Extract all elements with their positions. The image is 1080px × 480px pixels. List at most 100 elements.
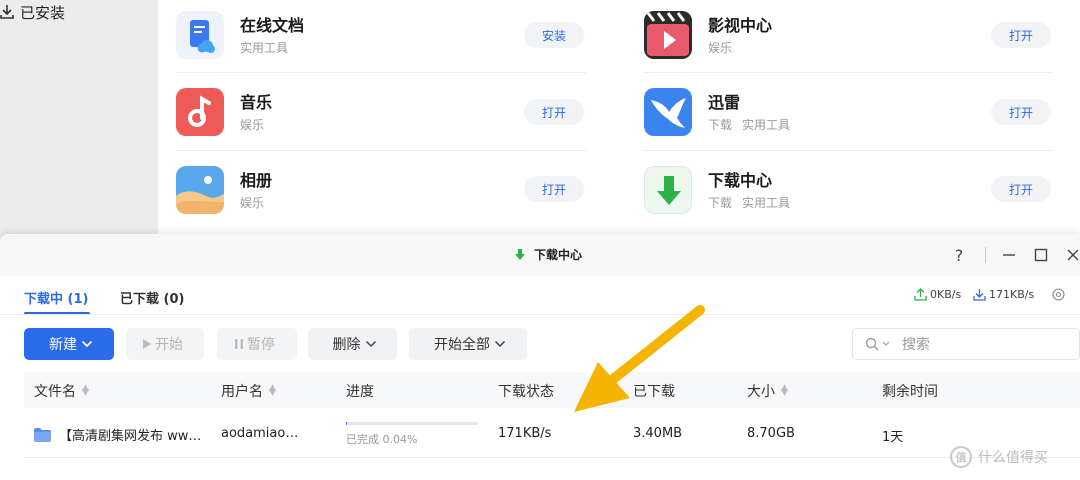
app-tag: 下载 [708, 195, 733, 210]
open-thunder-button[interactable]: 打开 [991, 99, 1051, 125]
column-label: 剩余时间 [882, 384, 938, 400]
column-label: 文件名 [34, 384, 76, 400]
chevron-down-icon [882, 341, 890, 346]
username-cell: aodamiao… [221, 426, 299, 441]
sort-icon: ▲ ▼ [82, 383, 89, 398]
column-size[interactable]: 大小 ▲ ▼ [747, 381, 788, 401]
upload-speed-value: 0KB/s [930, 288, 962, 301]
close-icon[interactable] [1062, 244, 1080, 266]
start-label: 开始 [155, 337, 183, 353]
file-cell: 【高清剧集网发布 ww… [34, 425, 201, 444]
app-tag: 实用工具 [742, 195, 791, 210]
maximize-icon[interactable] [1030, 244, 1052, 266]
sidebar: 已安装 [0, 0, 158, 240]
download-icon [973, 289, 986, 301]
thunder-bird-icon [644, 88, 692, 136]
progress-fill [346, 422, 348, 425]
play-icon [143, 339, 151, 349]
progress-cell: 已完成 0.04% [346, 422, 478, 447]
app-card-download-center: 下载中心 下载 实用工具 [644, 160, 800, 220]
column-remaining: 剩余时间 [882, 381, 938, 401]
app-card-thunder: 迅雷 下载 实用工具 [644, 82, 800, 142]
download-arrow-icon [515, 248, 525, 260]
start-all-button[interactable]: 开始全部 [409, 328, 527, 360]
pause-label: 暂停 [247, 337, 275, 353]
window-title: 下载中心 [514, 246, 582, 263]
download-center-window: 下载中心 ? 下载中 (1) 已下载 (0) 0KB/s 171KB/s 新建 … [0, 234, 1080, 480]
sort-icon: ▲ ▼ [781, 383, 788, 398]
column-filename[interactable]: 文件名 ▲ ▼ [34, 381, 89, 401]
app-name: 相册 [240, 170, 273, 190]
app-name: 下载中心 [708, 170, 773, 190]
open-photos-button[interactable]: 打开 [524, 176, 584, 202]
pause-icon [235, 339, 243, 349]
divider [644, 150, 1052, 151]
table-row[interactable]: 【高清剧集网发布 ww… aodamiao… 已完成 0.04% 171KB/s… [24, 412, 1080, 458]
search-icon [865, 337, 879, 351]
window-title-text: 下载中心 [534, 248, 583, 262]
app-name: 迅雷 [708, 92, 741, 112]
app-tag: 实用工具 [240, 40, 289, 55]
open-download-center-button[interactable]: 打开 [991, 176, 1051, 202]
search-placeholder: 搜索 [902, 337, 930, 353]
column-status: 下载状态 [498, 381, 554, 401]
column-label: 大小 [747, 384, 775, 400]
start-button[interactable]: 开始 [126, 328, 204, 360]
divider [176, 72, 586, 73]
divider [985, 247, 986, 263]
open-video-center-button[interactable]: 打开 [991, 22, 1051, 48]
watermark: 值 什么值得买 [950, 446, 1048, 468]
table-header: 文件名 ▲ ▼ 用户名 ▲ ▼ 进度 下载状态 已下载 大小 ▲ ▼ 剩余时间 [24, 372, 1080, 408]
app-card-music: 音乐 娱乐 [176, 82, 274, 142]
downloaded-cell: 3.40MB [633, 426, 683, 441]
start-all-label: 开始全部 [434, 337, 490, 353]
sort-icon: ▲ ▼ [269, 383, 276, 398]
search-input[interactable]: 搜索 [852, 328, 1080, 360]
download-speed: 171KB/s [973, 288, 1034, 301]
app-tag: 实用工具 [742, 117, 791, 132]
new-download-label: 新建 [49, 337, 77, 353]
help-icon[interactable]: ? [948, 244, 970, 266]
minimize-icon[interactable] [998, 244, 1020, 266]
tab-downloading[interactable]: 下载中 (1) [24, 288, 88, 307]
column-username[interactable]: 用户名 ▲ ▼ [221, 381, 276, 401]
delete-button[interactable]: 删除 [308, 328, 397, 360]
settings-icon[interactable] [1052, 288, 1068, 301]
download-arrow-icon [644, 166, 692, 214]
status-cell: 171KB/s [498, 426, 552, 441]
app-card-online-docs: 在线文档 实用工具 [176, 5, 304, 65]
open-music-button[interactable]: 打开 [524, 99, 584, 125]
new-download-button[interactable]: 新建 [24, 328, 114, 360]
app-tag: 娱乐 [708, 40, 733, 55]
app-tag: 下载 [708, 117, 733, 132]
app-name: 在线文档 [240, 15, 305, 35]
column-progress: 进度 [346, 381, 374, 401]
file-name: 【高清剧集网发布 ww… [59, 429, 202, 444]
chevron-down-icon [365, 340, 376, 348]
photo-album-icon [176, 166, 224, 214]
app-tag: 娱乐 [240, 195, 265, 210]
progress-bar [346, 422, 478, 425]
app-name: 影视中心 [708, 15, 773, 35]
pause-button[interactable]: 暂停 [217, 328, 297, 360]
sidebar-item-installed[interactable]: 已安装 [0, 0, 65, 24]
app-tag: 娱乐 [240, 117, 265, 132]
chevron-down-icon [81, 340, 93, 348]
watermark-logo: 值 [950, 446, 972, 468]
size-cell: 8.70GB [747, 426, 795, 441]
chevron-down-icon [494, 340, 506, 348]
folder-icon [34, 427, 51, 442]
annotation-arrow-icon [574, 305, 705, 412]
sidebar-item-label: 已安装 [20, 3, 66, 22]
download-tray-icon [0, 5, 14, 19]
upload-speed: 0KB/s [914, 288, 961, 301]
column-label: 进度 [346, 384, 374, 400]
tab-downloaded[interactable]: 已下载 (0) [120, 288, 184, 307]
upload-icon [914, 288, 927, 301]
divider [0, 314, 1080, 315]
install-online-docs-button[interactable]: 安装 [524, 22, 584, 48]
progress-text: 已完成 0.04% [346, 433, 418, 446]
download-speed-value: 171KB/s [989, 288, 1035, 301]
app-name: 音乐 [240, 92, 273, 112]
window-titlebar[interactable]: 下载中心 ? [0, 234, 1080, 276]
